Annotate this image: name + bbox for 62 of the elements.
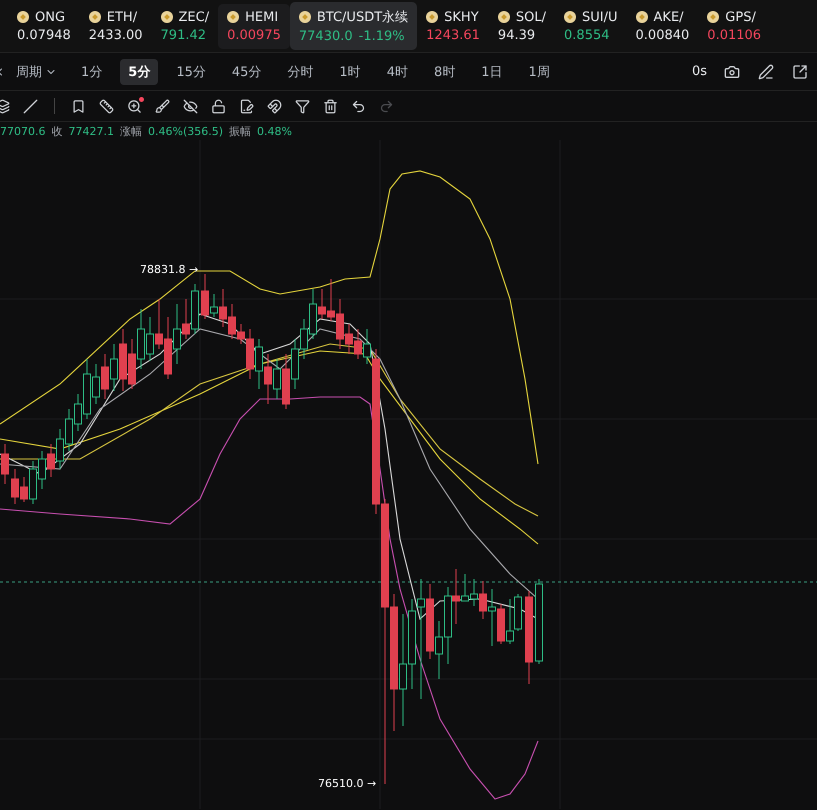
- ticker-tab[interactable]: GPS/ 0.01106: [698, 4, 770, 48]
- ticker-tab[interactable]: AKE/ 0.00840: [626, 4, 698, 48]
- ticker-symbol: GPS/: [725, 10, 756, 24]
- period-tab[interactable]: 1日: [473, 58, 511, 84]
- ticker-tab[interactable]: ETH/ 2433.00: [80, 4, 152, 48]
- ticker-change: -1.19%: [358, 29, 405, 44]
- ohlc-label: 收: [52, 124, 62, 138]
- coin-icon: [160, 11, 173, 23]
- ticker-price: 94.39: [498, 28, 536, 42]
- period-tab[interactable]: 45分: [224, 58, 270, 84]
- ticker-tab[interactable]: SKHY 1243.61: [417, 4, 489, 48]
- ticker-tab[interactable]: ZEC/ 791.42: [152, 4, 218, 48]
- coin-icon: [227, 11, 240, 23]
- ticker-price: 791.42: [160, 28, 206, 42]
- ticker-symbol: SOL/: [516, 10, 546, 24]
- ticker-symbol: ONG: [35, 10, 66, 24]
- low-price-label: 76510.0 →: [318, 777, 376, 790]
- ticker-tab[interactable]: ONG 0.07948: [8, 4, 80, 48]
- coin-icon: [426, 11, 438, 23]
- ticker-price: 0.01106: [707, 28, 762, 42]
- coin-icon: [564, 11, 576, 23]
- high-price-label: 78831.8 →: [140, 263, 198, 276]
- ticker-tab[interactable]: HEMI 0.00975: [218, 4, 290, 48]
- ticker-symbol: HEMI: [245, 10, 278, 24]
- countdown-text: 0s: [692, 64, 707, 79]
- ticker-price: 2433.00: [88, 28, 143, 42]
- ticker-tab[interactable]: SUI/U 0.8554: [555, 4, 627, 48]
- ticker-price: 0.00975: [227, 28, 281, 42]
- ticker-price: 0.00840: [636, 28, 690, 42]
- ohlc-label: 振幅: [229, 124, 252, 138]
- coin-icon: [636, 11, 648, 23]
- coin-icon: [498, 11, 510, 23]
- ticker-symbol: AKE/: [654, 10, 684, 24]
- period-tab[interactable]: 4时: [378, 58, 416, 84]
- period-dropdown[interactable]: 周期: [10, 58, 63, 84]
- ticker-price: 0.07948: [17, 28, 71, 42]
- period-tab[interactable]: 5分: [120, 58, 158, 84]
- ticker-tab[interactable]: SOL/ 94.39: [488, 4, 556, 48]
- ohlc-value: 0.46%(356.5): [148, 124, 224, 138]
- ohlc-value: 77427.1: [68, 124, 114, 138]
- coin-icon: [88, 11, 101, 23]
- coin-icon: [17, 11, 29, 23]
- coin-icon: [707, 11, 720, 23]
- period-tab[interactable]: 15分: [168, 58, 214, 84]
- ticker-tab[interactable]: BTC/USDT永续 77430.0 -1.19%: [290, 2, 418, 50]
- period-tab[interactable]: 1周: [520, 58, 558, 84]
- ticker-price: 1243.61: [426, 28, 480, 42]
- ticker-symbol: BTC/USDT永续: [316, 9, 408, 26]
- ohlc-label: 涨幅: [120, 124, 142, 138]
- period-tab[interactable]: 1分: [73, 58, 110, 84]
- ticker-price: 77430.0: [298, 29, 353, 44]
- period-tab[interactable]: 8时: [426, 58, 464, 84]
- ohlc-value: 77070.6: [0, 124, 46, 138]
- ticker-symbol: SKHY: [444, 10, 479, 24]
- ohlc-value: 0.48%: [257, 124, 292, 138]
- period-tab[interactable]: 分时: [279, 58, 322, 84]
- period-tab[interactable]: 1时: [331, 58, 369, 84]
- ticker-price: 0.8554: [564, 28, 610, 42]
- ticker-symbol: ZEC/: [178, 10, 210, 24]
- coin-icon: [298, 11, 311, 23]
- ticker-symbol: SUI/U: [582, 10, 618, 24]
- ticker-symbol: ETH/: [106, 10, 138, 24]
